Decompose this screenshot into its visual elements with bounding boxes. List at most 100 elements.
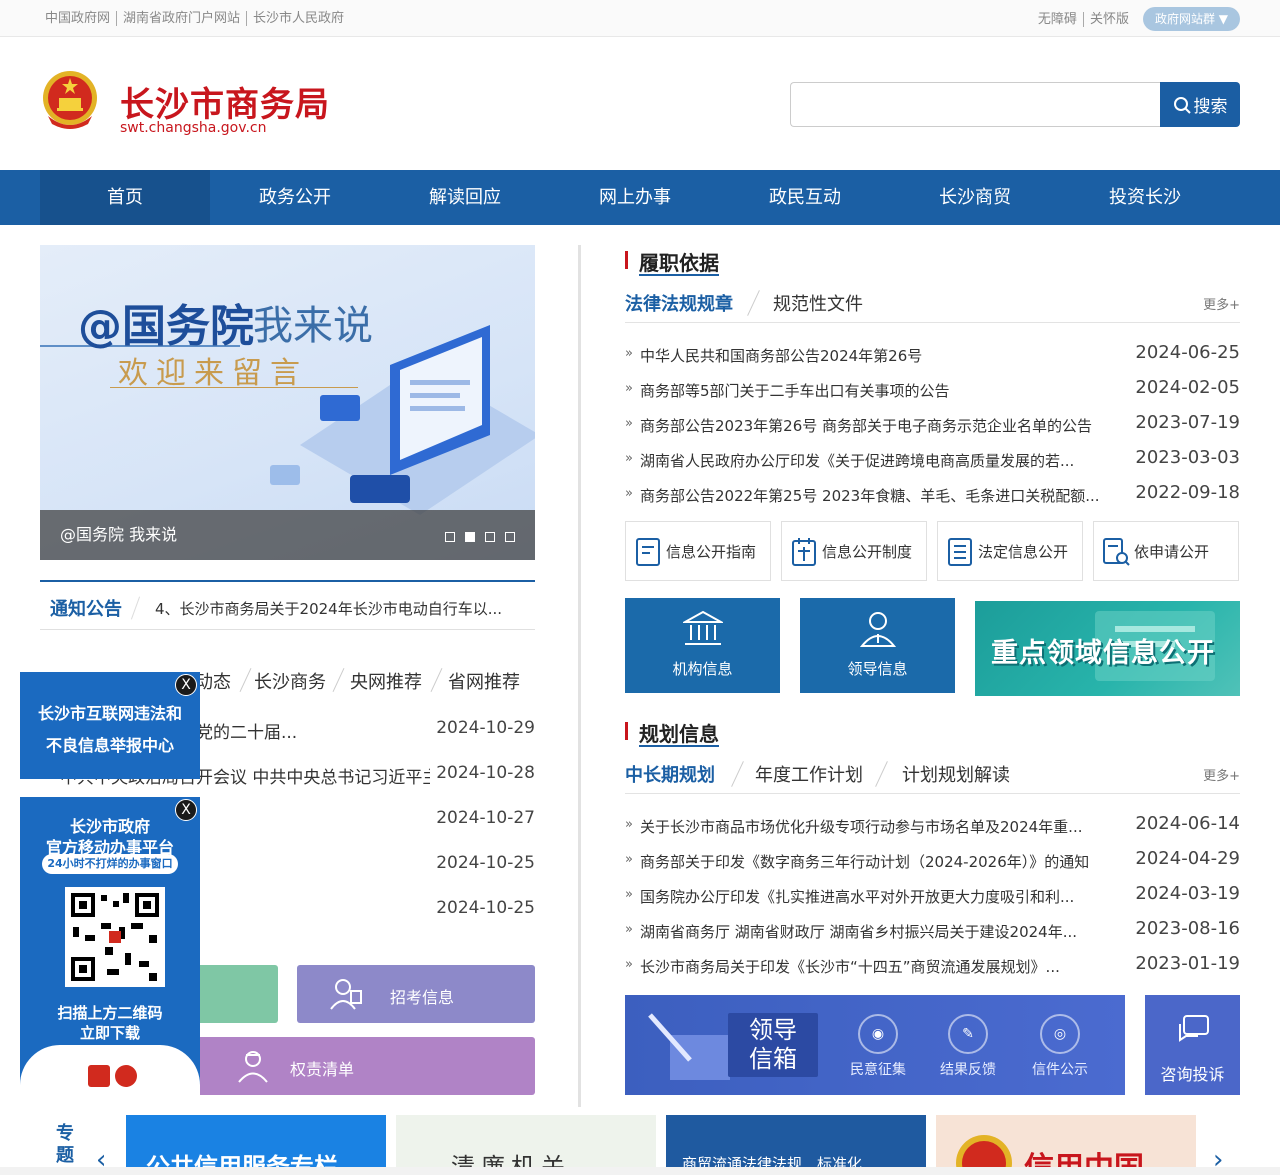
topic-card-credit-service[interactable]: 公共信用服务专栏 xyxy=(126,1115,386,1167)
search-doc-icon xyxy=(1103,538,1130,566)
list-item[interactable]: » 商务部等5部门关于二手车出口有关事项的公告 2024-02-05 xyxy=(625,375,1240,405)
gov-link-hunan[interactable]: 湖南省政府门户网站 xyxy=(116,11,246,26)
tab-annual-plan[interactable]: 年度工作计划 xyxy=(755,761,863,787)
news-title[interactable]: 商务部关于印发《数字商务三年行动计划（2024-2026年）》的通知 xyxy=(640,851,1130,872)
tab-long-term-plan[interactable]: 中长期规划 xyxy=(625,761,715,787)
opinion-collect-icon[interactable]: ◉ xyxy=(858,1014,898,1054)
gov-link-changsha[interactable]: 长沙市人民政府 xyxy=(246,11,350,26)
tab-separator xyxy=(239,668,252,692)
topic-card-label: 商贸流通法律法规 标准化 xyxy=(682,1155,863,1167)
news-title[interactable]: 长沙市商务局关于印发《长沙市“十四五”商贸流通发展规划》... xyxy=(640,956,1130,977)
nav-item-gov-affairs[interactable]: 政务公开 xyxy=(210,170,380,225)
exam-info-button[interactable]: 招考信息 xyxy=(297,965,535,1023)
news-date: 2024-10-25 xyxy=(436,898,535,918)
carousel-dot-active[interactable] xyxy=(465,532,475,542)
tab-central-recommend[interactable]: 央网推荐 xyxy=(350,668,422,694)
search-input[interactable] xyxy=(790,82,1160,127)
app-logos-icon xyxy=(88,1065,137,1087)
consult-complaint-button[interactable]: 咨询投诉 xyxy=(1145,995,1240,1095)
mailbox-title[interactable]: 领导 信箱 xyxy=(728,1013,818,1077)
list-item[interactable]: » 商务部关于印发《数字商务三年行动计划（2024-2026年）》的通知 2024-… xyxy=(625,846,1240,876)
leader-info-label: 领导信息 xyxy=(847,660,908,678)
cloud-decor xyxy=(20,1045,200,1107)
topic-card-credit-china[interactable]: 信用中国 xyxy=(936,1115,1196,1167)
news-date: 2024-02-05 xyxy=(1135,377,1240,398)
news-title[interactable]: 中华人民共和国商务部公告2024年第26号 xyxy=(640,345,1130,366)
nav-item-investment[interactable]: 投资长沙 xyxy=(1060,170,1230,225)
news-title[interactable]: 国务院办公厅印发《扎实推进高水平对外开放更大力度吸引和利... xyxy=(640,886,1130,907)
quick-link-apply-disclosure[interactable]: 依申请公开 xyxy=(1093,521,1239,581)
site-group-dropdown[interactable]: 政府网站群 ▼ xyxy=(1142,7,1240,31)
topic-card-trade-law[interactable]: 商贸流通法律法规 标准化 xyxy=(666,1115,926,1167)
care-mode-link[interactable]: 关怀版 xyxy=(1082,11,1135,27)
gov-link-central[interactable]: 中国政府网 xyxy=(45,11,116,26)
leader-info-button[interactable]: 领导信息 xyxy=(800,598,955,693)
tab-province-recommend[interactable]: 省网推荐 xyxy=(448,668,520,694)
news-title[interactable]: 湖南省人民政府办公厅印发《关于促进跨境电商高质量发展的若... xyxy=(640,450,1130,471)
app-download-float[interactable]: 长沙市政府 官方移动办事平台 24小时不打烊的办事窗口 扫描上方二维码 立即下载… xyxy=(20,797,200,1107)
site-header: 长沙市商务局 swt.changsha.gov.cn 搜索 xyxy=(0,37,1280,170)
exam-person-icon xyxy=(330,979,362,1010)
letter-public-icon[interactable]: ◎ xyxy=(1040,1014,1080,1054)
tab-normative-documents[interactable]: 规范性文件 xyxy=(773,290,863,316)
close-icon[interactable]: X xyxy=(175,799,197,821)
nav-item-trade[interactable]: 长沙商贸 xyxy=(890,170,1060,225)
mailbox-link-opinion[interactable]: 民意征集 xyxy=(850,1059,906,1079)
org-info-button[interactable]: 机构信息 xyxy=(625,598,780,693)
topic-card-clean-agency[interactable]: 清廉机关 xyxy=(396,1115,656,1167)
quick-link-label: 法定信息公开 xyxy=(978,543,1069,561)
nav-item-online-service[interactable]: 网上办事 xyxy=(550,170,720,225)
accessibility-link[interactable]: 无障碍 xyxy=(1032,12,1083,27)
carousel-dot[interactable] xyxy=(505,532,515,542)
illegal-info-report-float[interactable]: 长沙市互联网违法和 不良信息举报中心 X xyxy=(20,672,200,779)
chevron-left-icon[interactable]: ‹ xyxy=(96,1145,106,1175)
list-item[interactable]: » 中华人民共和国商务部公告2024年第26号 2024-06-25 xyxy=(625,340,1240,370)
tab-changsha-commerce[interactable]: 长沙商务 xyxy=(254,668,326,694)
chevron-right-icon[interactable]: › xyxy=(1213,1145,1223,1175)
site-title[interactable]: 长沙市商务局 xyxy=(120,77,330,126)
close-icon[interactable]: X xyxy=(175,674,197,696)
list-item[interactable]: » 关于长沙市商品市场优化升级专项行动参与市场名单及2024年重... 2024-0… xyxy=(625,811,1240,841)
bullet-icon: » xyxy=(625,957,633,972)
qr-code-icon xyxy=(65,887,165,987)
news-title[interactable]: 关于长沙市商品市场优化升级专项行动参与市场名单及2024年重... xyxy=(640,816,1130,837)
list-item[interactable]: » 湖南省商务厅 湖南省财政厅 湖南省乡村振兴局关于建设2024年... 2023-… xyxy=(625,916,1240,946)
report-float-line1: 长沙市互联网违法和 xyxy=(37,704,182,723)
news-title[interactable]: 湖南省商务厅 湖南省财政厅 湖南省乡村振兴局关于建设2024年... xyxy=(640,921,1130,942)
tab-dynamic[interactable]: 动态 xyxy=(195,668,231,694)
list-item[interactable]: » 湖南省人民政府办公厅印发《关于促进跨境电商高质量发展的若... 2023-03-… xyxy=(625,445,1240,475)
search-button[interactable]: 搜索 xyxy=(1160,82,1240,127)
nav-item-home[interactable]: 首页 xyxy=(40,170,210,225)
nav-item-interaction[interactable]: 政民互动 xyxy=(720,170,890,225)
notice-text[interactable]: 4、长沙市商务局关于2024年长沙市电动自行车以... xyxy=(155,598,525,619)
tab-laws-regulations[interactable]: 法律法规规章 xyxy=(625,290,733,316)
news-title[interactable]: 商务部公告2023年第26号 商务部关于电子商务示范企业名单的公告 xyxy=(640,415,1130,436)
notice-separator xyxy=(130,596,141,620)
more-link-planning[interactable]: 更多+ xyxy=(1203,765,1240,784)
carousel-dot[interactable] xyxy=(485,532,495,542)
quick-link-disclosure-rules[interactable]: 信息公开制度 xyxy=(781,521,927,581)
key-area-disclosure-banner[interactable]: 重点领域信息公开 xyxy=(975,601,1240,696)
banner-carousel[interactable]: @国务院 我来说 欢迎来留言 @国务院 我来说 xyxy=(40,245,535,560)
topics-strip: 专题 ‹ 公共信用服务专栏 清廉机关 商贸流通法律法规 标准化 信用中国 › xyxy=(0,1115,1280,1175)
notice-label[interactable]: 通知公告 xyxy=(50,595,122,621)
list-item[interactable]: » 国务院办公厅印发《扎实推进高水平对外开放更大力度吸引和利... 2024-03-… xyxy=(625,881,1240,911)
quick-link-disclosure-guide[interactable]: 信息公开指南 xyxy=(625,521,771,581)
quick-link-statutory-disclosure[interactable]: 法定信息公开 xyxy=(937,521,1083,581)
list-item[interactable]: » 长沙市商务局关于印发《长沙市“十四五”商贸流通发展规划》... 2023-01-… xyxy=(625,951,1240,981)
news-title[interactable]: 商务部等5部门关于二手车出口有关事项的公告 xyxy=(640,380,1130,401)
nav-item-interpretation[interactable]: 解读回应 xyxy=(380,170,550,225)
more-link-duty[interactable]: 更多+ xyxy=(1203,294,1240,313)
result-feedback-icon[interactable]: ✎ xyxy=(948,1014,988,1054)
carousel-dot[interactable] xyxy=(445,532,455,542)
tab-plan-interpretation[interactable]: 计划规划解读 xyxy=(902,761,1010,787)
list-item[interactable]: » 商务部公告2022年第25号 2023年食糖、羊毛、毛条进口关税配额... 20… xyxy=(625,480,1240,510)
mailbox-link-feedback[interactable]: 结果反馈 xyxy=(940,1059,996,1079)
banner-headline-a: @国务院 xyxy=(78,301,254,352)
mailbox-link-public[interactable]: 信件公示 xyxy=(1032,1059,1088,1079)
news-title[interactable]: 商务部公告2022年第25号 2023年食糖、羊毛、毛条进口关税配额... xyxy=(640,485,1130,506)
section-title-planning: 规划信息 xyxy=(639,722,719,746)
list-item[interactable]: » 商务部公告2023年第26号 商务部关于电子商务示范企业名单的公告 2023-0… xyxy=(625,410,1240,440)
site-url: swt.changsha.gov.cn xyxy=(120,120,267,136)
duty-tabs: 法律法规规章 规范性文件 更多+ xyxy=(625,285,1240,323)
